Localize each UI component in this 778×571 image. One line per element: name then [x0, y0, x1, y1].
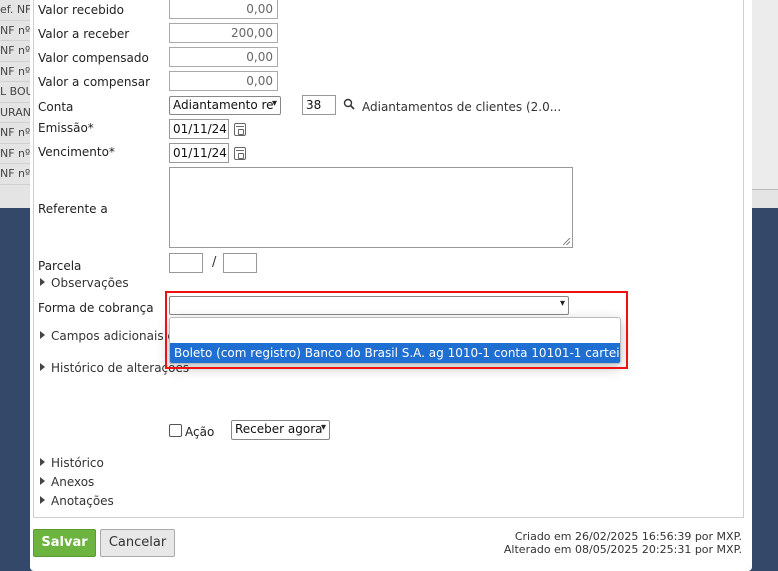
valor-compensado-label: Valor compensado: [38, 51, 149, 65]
acao-select[interactable]: Receber agora ▾: [231, 420, 330, 440]
forma-cobranca-label: Forma de cobrança: [38, 301, 154, 315]
campos-adicionais-label: Campos adicionais do: [51, 329, 183, 343]
parcela-total-input[interactable]: [223, 253, 257, 273]
acao-select-value: Receber agora: [235, 422, 323, 436]
conta-description: Adiantamentos de clientes (2.0...: [362, 100, 562, 114]
historico-toggle[interactable]: Histórico: [40, 456, 104, 470]
parcela-separator: /: [212, 255, 217, 270]
calendar-icon[interactable]: [234, 123, 246, 136]
caret-right-icon: [40, 331, 45, 339]
valor-a-compensar-input[interactable]: 0,00: [169, 71, 278, 91]
valor-recebido-label: Valor recebido: [38, 3, 124, 17]
campos-adicionais-toggle[interactable]: Campos adicionais do: [40, 329, 182, 343]
caret-right-icon: [40, 477, 45, 485]
observacoes-label: Observações: [51, 276, 129, 290]
anexos-toggle[interactable]: Anexos: [40, 475, 94, 489]
cancel-button[interactable]: Cancelar: [100, 529, 175, 557]
observacoes-toggle[interactable]: Observações: [40, 276, 129, 290]
search-icon[interactable]: [343, 98, 355, 110]
chevron-down-icon: ▾: [271, 98, 277, 109]
caret-right-icon: [40, 363, 45, 371]
anotacoes-toggle[interactable]: Anotações: [40, 494, 114, 508]
parcela-label: Parcela: [38, 259, 82, 273]
highlight-annotation-box: [165, 291, 628, 369]
conta-select-value: Adiantamento re: [173, 98, 274, 112]
emissao-input[interactable]: 01/11/24: [169, 119, 229, 139]
caret-right-icon: [40, 496, 45, 504]
chevron-down-icon: ▾: [320, 422, 326, 433]
valor-a-receber-input[interactable]: 200,00: [169, 23, 278, 43]
vencimento-input[interactable]: 01/11/24: [169, 143, 229, 163]
referente-textarea[interactable]: [169, 167, 573, 248]
acao-checkbox[interactable]: [169, 424, 182, 437]
emissao-label: Emissão*: [38, 121, 94, 135]
caret-right-icon: [40, 458, 45, 466]
referente-label: Referente a: [38, 202, 108, 216]
anexos-label: Anexos: [51, 475, 95, 489]
conta-code-input[interactable]: 38: [302, 95, 336, 115]
conta-label: Conta: [38, 100, 74, 114]
vencimento-label: Vencimento*: [38, 145, 115, 159]
valor-a-compensar-label: Valor a compensar: [38, 75, 150, 89]
anotacoes-label: Anotações: [51, 494, 114, 508]
parcela-number-input[interactable]: [169, 253, 203, 273]
caret-right-icon: [40, 278, 45, 286]
valor-compensado-input[interactable]: 0,00: [169, 47, 278, 67]
acao-label: Ação: [185, 425, 215, 439]
valor-recebido-input[interactable]: 0,00: [169, 0, 278, 19]
historico-label: Histórico: [51, 456, 104, 470]
calendar-icon[interactable]: [234, 147, 246, 160]
modified-info: Alterado em 08/05/2025 20:25:31 por MXP.: [503, 543, 742, 556]
save-button[interactable]: Salvar: [33, 529, 96, 557]
created-info: Criado em 26/02/2025 16:56:39 por MXP.: [514, 530, 742, 543]
conta-select[interactable]: Adiantamento re ▾: [169, 96, 281, 115]
valor-a-receber-label: Valor a receber: [38, 27, 130, 41]
